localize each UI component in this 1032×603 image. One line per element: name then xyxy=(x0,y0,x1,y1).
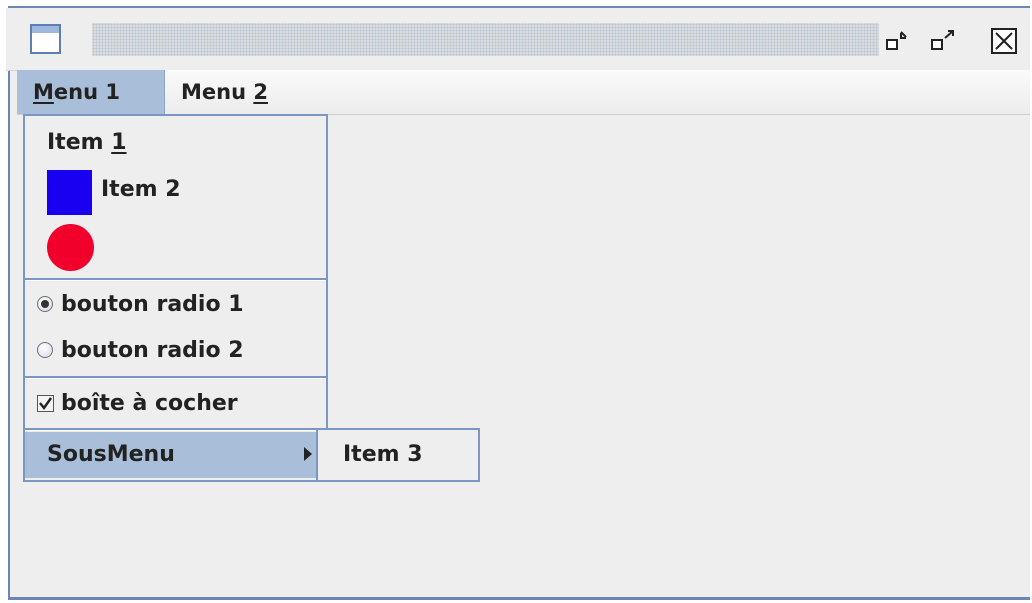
menu-1-mnemonic: M xyxy=(33,80,54,104)
close-icon[interactable] xyxy=(988,26,1020,56)
separator xyxy=(25,278,326,281)
maximize-icon[interactable] xyxy=(929,29,959,55)
menu-item-3-label: Item 3 xyxy=(343,442,423,467)
sousmenu-popup: Item 3 xyxy=(316,428,480,482)
radio-2-indicator[interactable] xyxy=(37,342,53,358)
checkbox-label: boîte à cocher xyxy=(61,391,238,416)
checkbox-item[interactable]: boîte à cocher xyxy=(61,391,238,416)
submenu-label: SousMenu xyxy=(47,442,175,467)
title-bar[interactable] xyxy=(6,8,1024,71)
radio-1-label: bouton radio 1 xyxy=(61,292,244,317)
menu-item-2[interactable]: Item 2 xyxy=(101,177,181,202)
blue-square-icon xyxy=(47,170,92,215)
window-icon[interactable] xyxy=(30,24,61,54)
title-bar-pattern xyxy=(92,23,879,56)
menu-bar: Menu 1 Menu 2 xyxy=(17,70,1030,115)
submenu-arrow-icon xyxy=(304,447,312,461)
check-mark-icon xyxy=(39,397,52,411)
menu-1-popup: Item 1 Item 2 bouton radio 1 bouton radi… xyxy=(23,114,328,482)
menu-item-1[interactable]: Item 1 xyxy=(47,130,127,155)
menu-item-2-label: Item 2 xyxy=(101,177,181,202)
radio-item-1[interactable]: bouton radio 1 xyxy=(61,292,244,317)
menu-item-3[interactable]: Item 3 xyxy=(343,442,423,467)
submenu-label-row[interactable]: SousMenu xyxy=(47,442,175,467)
separator xyxy=(25,428,326,431)
red-circle-icon[interactable] xyxy=(47,224,94,271)
menu-2-mnemonic: 2 xyxy=(253,80,268,104)
menu-1[interactable]: Menu 1 xyxy=(17,70,165,114)
menu-item-1-mnemonic: 1 xyxy=(111,130,127,155)
iconify-icon[interactable] xyxy=(884,29,914,55)
radio-1-indicator[interactable] xyxy=(37,296,53,312)
menu-2-label-pre: Menu xyxy=(181,80,254,104)
checkbox-indicator[interactable] xyxy=(37,395,54,412)
separator xyxy=(25,376,326,379)
radio-item-2[interactable]: bouton radio 2 xyxy=(61,338,244,363)
menu-2[interactable]: Menu 2 xyxy=(165,70,284,114)
menu-item-1-label: Item xyxy=(47,130,112,155)
radio-2-label: bouton radio 2 xyxy=(61,338,244,363)
menu-1-label-post: enu 1 xyxy=(53,80,120,104)
